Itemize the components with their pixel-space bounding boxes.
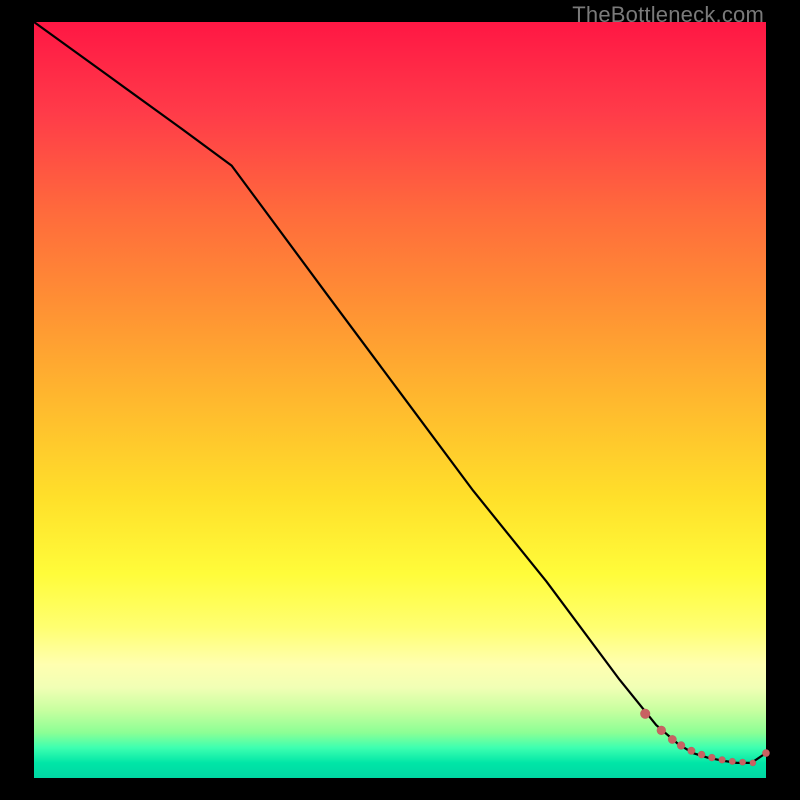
marker-dot bbox=[708, 754, 715, 761]
marker-dot bbox=[657, 726, 666, 735]
marker-dot bbox=[719, 756, 726, 763]
bottleneck-curve bbox=[34, 22, 766, 763]
chart-svg bbox=[34, 22, 766, 778]
chart-plot-area bbox=[34, 22, 766, 778]
marker-dot bbox=[677, 741, 685, 749]
marker-dot bbox=[729, 758, 736, 765]
marker-dot bbox=[739, 759, 746, 766]
marker-dot bbox=[687, 747, 695, 755]
marker-dot bbox=[698, 751, 705, 758]
marker-dot bbox=[668, 735, 677, 744]
marker-dot bbox=[762, 749, 770, 757]
marker-dot bbox=[750, 760, 756, 766]
watermark-text: TheBottleneck.com bbox=[572, 2, 764, 28]
marker-dot bbox=[640, 709, 650, 719]
